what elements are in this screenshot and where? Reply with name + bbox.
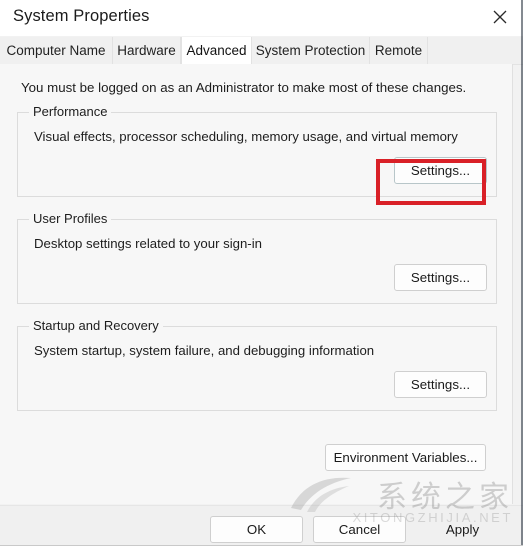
close-button[interactable] [477,0,523,34]
environment-variables-button[interactable]: Environment Variables... [325,444,486,471]
dialog-footer: OK Cancel Apply [0,505,523,546]
ok-button[interactable]: OK [210,516,303,543]
administrator-note: You must be logged on as an Administrato… [21,80,467,95]
tab-system-protection[interactable]: System Protection [252,37,370,64]
performance-group-label: Performance [29,104,112,119]
title-bar: System Properties [0,0,523,36]
startup-recovery-settings-button[interactable]: Settings... [394,371,487,398]
cancel-button[interactable]: Cancel [313,516,406,543]
tab-label: Computer Name [6,43,106,58]
user-profiles-settings-button[interactable]: Settings... [394,264,487,291]
performance-settings-button[interactable]: Settings... [394,157,487,184]
tab-hardware[interactable]: Hardware [113,37,181,64]
tab-computer-name[interactable]: Computer Name [0,37,113,64]
startup-recovery-description: System startup, system failure, and debu… [34,343,375,358]
window-title: System Properties [13,7,150,25]
tab-advanced[interactable]: Advanced [181,37,252,64]
startup-recovery-group: Startup and Recovery System startup, sys… [17,318,497,411]
advanced-tab-panel: You must be logged on as an Administrato… [0,64,513,504]
tab-label: Remote [374,43,423,58]
tab-label: Hardware [117,43,176,58]
system-properties-dialog: System Properties Computer Name Hardware… [0,0,523,546]
close-icon [492,9,508,25]
performance-description: Visual effects, processor scheduling, me… [34,129,458,144]
user-profiles-group: User Profiles Desktop settings related t… [17,211,497,304]
apply-button[interactable]: Apply [416,516,509,543]
startup-recovery-group-label: Startup and Recovery [29,318,163,333]
tab-remote[interactable]: Remote [370,37,428,64]
tab-label: System Protection [255,43,366,58]
user-profiles-group-label: User Profiles [29,211,112,226]
tab-label: Advanced [186,43,247,58]
tab-strip: Computer Name Hardware Advanced System P… [0,37,523,64]
performance-group: Performance Visual effects, processor sc… [17,104,497,197]
user-profiles-description: Desktop settings related to your sign-in [34,236,262,251]
